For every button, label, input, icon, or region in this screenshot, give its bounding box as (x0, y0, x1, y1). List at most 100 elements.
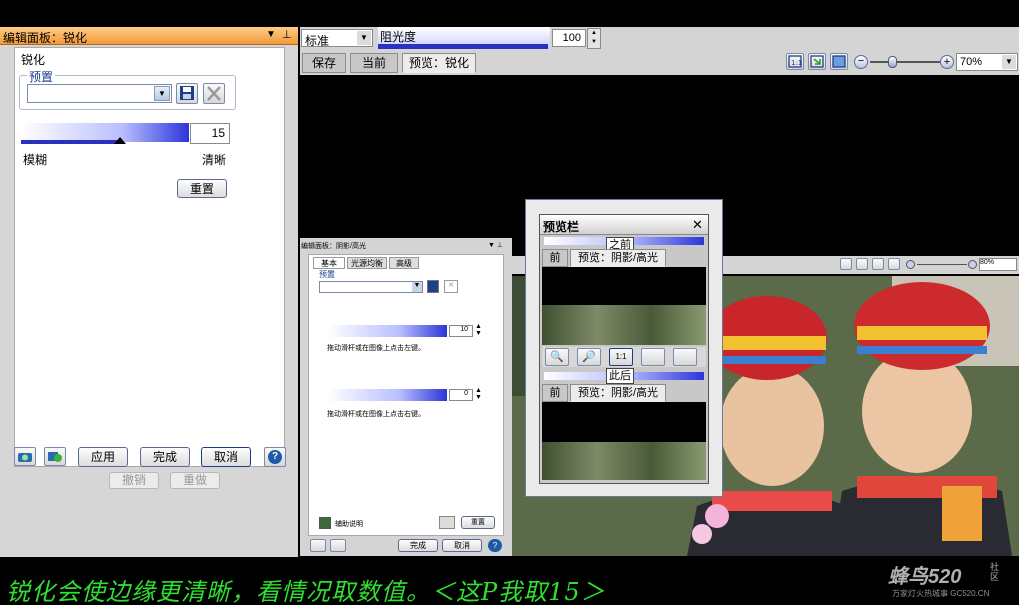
left-panel-header: 编辑面板：锐化 ▼ ⊥ (0, 27, 298, 45)
help-label[interactable]: 辅助说明 (335, 519, 363, 529)
left-panel: 编辑面板：锐化 ▼ ⊥ 锐化 预置 ▼ 15 模糊 清晰 重置 应用 完成 取消… (0, 27, 298, 557)
highlight-slider[interactable] (327, 389, 447, 401)
zoom-slider-thumb[interactable] (888, 56, 897, 68)
chevron-down-icon[interactable]: ▼ (412, 282, 422, 292)
inner-zoom-select[interactable]: 80% (979, 258, 1017, 271)
inner-cancel-button[interactable]: 取消 (442, 539, 482, 552)
close-icon[interactable]: ✕ (692, 217, 703, 233)
zoom-select[interactable]: 70% ▼ (956, 53, 1018, 71)
inner-preset-dropdown[interactable]: ▼ (319, 281, 423, 293)
before-tab-front[interactable]: 前 (542, 249, 568, 267)
chevron-down-icon[interactable]: ▼ (154, 86, 170, 101)
pin-icon[interactable]: ⊥ (282, 28, 292, 41)
inner-options-icon[interactable] (439, 516, 455, 529)
preview-tool-row: 🔍 🔎 1:1 (542, 347, 706, 367)
inner-zoom-in-icon[interactable] (968, 260, 977, 269)
apply-button[interactable]: 应用 (78, 447, 128, 467)
blend-mode-select[interactable]: 标准 ▼ (301, 29, 373, 48)
help-book-icon[interactable] (319, 517, 331, 529)
inner-panel-header: 编辑面板：阴影/高光 ▼ ⊥ (300, 240, 508, 252)
tab-current[interactable]: 当前 (350, 53, 398, 73)
tab-preview[interactable]: 预览：锐化 (402, 53, 476, 73)
cancel-button[interactable]: 取消 (201, 447, 251, 467)
tab-save[interactable]: 保存 (302, 53, 346, 73)
preview-bar-title: 预览栏 (543, 220, 580, 234)
sharpen-value-field[interactable]: 15 (190, 123, 230, 144)
zoom-value: 70% (960, 56, 983, 68)
save-preset-button[interactable] (176, 83, 198, 104)
before-thumbnail (542, 267, 706, 345)
sharpen-slider-fill (21, 140, 121, 144)
zoom-out-icon[interactable]: 🔎 (577, 348, 601, 366)
actual-size-icon[interactable]: 1:1 (609, 348, 633, 366)
shadow-value-field[interactable]: 10 (449, 325, 473, 337)
save-icon (180, 86, 194, 100)
opacity-label: 阻光度 (380, 30, 417, 44)
actual-size-button[interactable]: 1:1 (786, 53, 804, 70)
inner-zoom-out-icon[interactable] (906, 260, 915, 269)
preset-dropdown[interactable]: ▼ (27, 84, 172, 103)
fill-window-button[interactable] (830, 53, 848, 70)
shadow-slider[interactable] (327, 325, 447, 337)
highlight-value-field[interactable]: 0 (449, 389, 473, 401)
fit-window-icon[interactable] (641, 348, 665, 366)
zoom-out-icon[interactable]: − (854, 55, 868, 69)
inner-bottom-bar: 完成 取消 ? (308, 538, 508, 554)
zoom-slider[interactable] (870, 56, 940, 68)
view-toggle-button[interactable] (14, 447, 36, 466)
section-label: 锐化 (21, 53, 46, 67)
reset-button[interactable]: 重置 (177, 179, 227, 198)
inner-save-icon[interactable] (427, 280, 439, 293)
opacity-value-field[interactable]: 100 (552, 29, 586, 47)
sharpen-slider[interactable] (21, 123, 189, 145)
inner-reset-button[interactable]: 重置 (461, 516, 495, 529)
inner-help-icon[interactable]: ? (488, 539, 502, 552)
chevron-down-icon[interactable]: ▼ (357, 31, 371, 45)
inner-panel-title: 编辑面板：阴影/高光 (301, 243, 366, 250)
redo-button[interactable]: 重做 (170, 472, 220, 489)
sharpen-slider-thumb[interactable] (114, 137, 126, 144)
after-thumbnail (542, 402, 706, 480)
zoom-in-icon[interactable]: + (940, 55, 954, 69)
fill-window-icon[interactable] (673, 348, 697, 366)
watermark-tagline: 万家灯火热城事 GC520.CN (892, 589, 990, 598)
inner-fill-icon[interactable] (888, 258, 900, 270)
zoom-in-icon[interactable]: 🔍 (545, 348, 569, 366)
delete-preset-button[interactable] (203, 83, 225, 104)
inner-compare-icon[interactable] (330, 539, 346, 552)
inner-histogram-icon[interactable] (840, 258, 852, 270)
opacity-slider[interactable]: 阻光度 (378, 27, 550, 49)
fit-window-button[interactable] (808, 53, 826, 70)
done-button[interactable]: 完成 (140, 447, 190, 467)
inner-view-icon[interactable] (310, 539, 326, 552)
inner-close-icon[interactable]: ✕ (444, 280, 458, 293)
compare-toggle-button[interactable] (44, 447, 66, 466)
preset-label: 预置 (27, 68, 56, 85)
panel-menu-icon[interactable]: ▼ ⊥ (488, 241, 503, 249)
after-tab-preview[interactable]: 预览：阴影/高光 (570, 384, 666, 402)
panel-menu-icon[interactable]: ▼ (266, 29, 276, 40)
help-icon[interactable]: ? (264, 447, 286, 467)
fill-window-icon (832, 55, 846, 68)
before-tab-preview[interactable]: 预览：阴影/高光 (570, 249, 666, 267)
undo-button[interactable]: 撤销 (109, 472, 159, 489)
inner-done-button[interactable]: 完成 (398, 539, 438, 552)
inner-tab-lighting[interactable]: 光源均衡 (347, 257, 387, 269)
watermark: 蜂鸟520 社区 万家灯火热城事 GC520.CN (880, 560, 1015, 602)
watermark-brand: 蜂鸟520 (888, 566, 962, 588)
inner-tab-basic[interactable]: 基本 (313, 257, 345, 269)
inner-tab-advanced[interactable]: 高级 (389, 257, 419, 269)
blend-mode-value: 标准 (305, 34, 330, 48)
inner-fit-icon[interactable] (872, 258, 884, 270)
max-label: 清晰 (202, 153, 227, 167)
close-icon (207, 86, 221, 101)
chevron-down-icon[interactable]: ▼ (1002, 55, 1016, 69)
shadow-stepper[interactable]: ▲ ▼ (475, 323, 482, 337)
opacity-stepper[interactable]: ▲ ▼ (587, 28, 601, 49)
after-tab-front[interactable]: 前 (542, 384, 568, 402)
inner-zoom-slider[interactable] (917, 264, 967, 265)
highlight-stepper[interactable]: ▲ ▼ (475, 387, 482, 401)
fit-window-icon (810, 55, 824, 68)
compare-icon (48, 452, 62, 462)
inner-actual-size-icon[interactable] (856, 258, 868, 270)
